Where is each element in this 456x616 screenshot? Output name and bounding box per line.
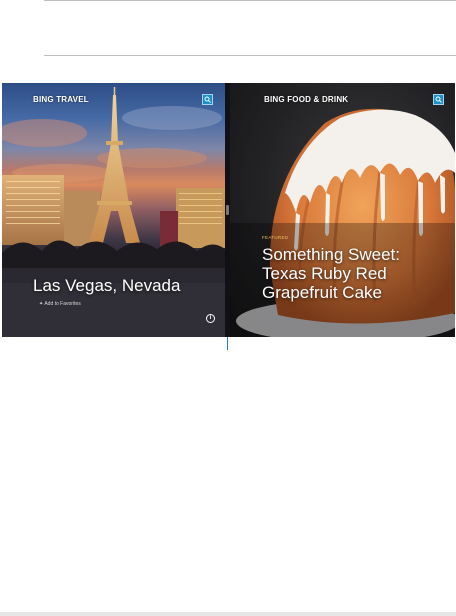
pin-icon: ✦: [39, 301, 44, 307]
splitter-callout-line: [227, 337, 228, 350]
add-to-favorites-label: Add to Favorites: [44, 301, 81, 307]
splitter-grip-icon[interactable]: [226, 205, 229, 215]
travel-app-header: BING TRAVEL: [33, 95, 89, 104]
travel-app-pane[interactable]: BING TRAVEL Las Vegas, Nevada ✦ Add to F…: [2, 83, 225, 337]
info-circle-icon[interactable]: i: [206, 314, 215, 323]
place-title: Las Vegas, Nevada: [33, 276, 181, 295]
footer-bar: [0, 612, 456, 616]
add-to-favorites-link[interactable]: ✦ Add to Favorites: [39, 301, 81, 307]
top-rule: [44, 0, 456, 1]
snapped-apps-screen: BING TRAVEL Las Vegas, Nevada ✦ Add to F…: [2, 83, 455, 337]
header-rule: [44, 55, 456, 56]
travel-search-button[interactable]: [202, 94, 213, 105]
search-icon: [435, 96, 442, 103]
food-search-button[interactable]: [433, 94, 444, 105]
featured-label: FEATURED: [262, 235, 289, 240]
search-icon: [204, 96, 211, 103]
recipe-title[interactable]: Something Sweet: Texas Ruby Red Grapefru…: [262, 245, 448, 302]
food-app-header: BING FOOD & DRINK: [264, 95, 349, 104]
las-vegas-photo: [2, 87, 225, 337]
food-app-pane[interactable]: BING FOOD & DRINK FEATURED Something Swe…: [230, 83, 455, 337]
